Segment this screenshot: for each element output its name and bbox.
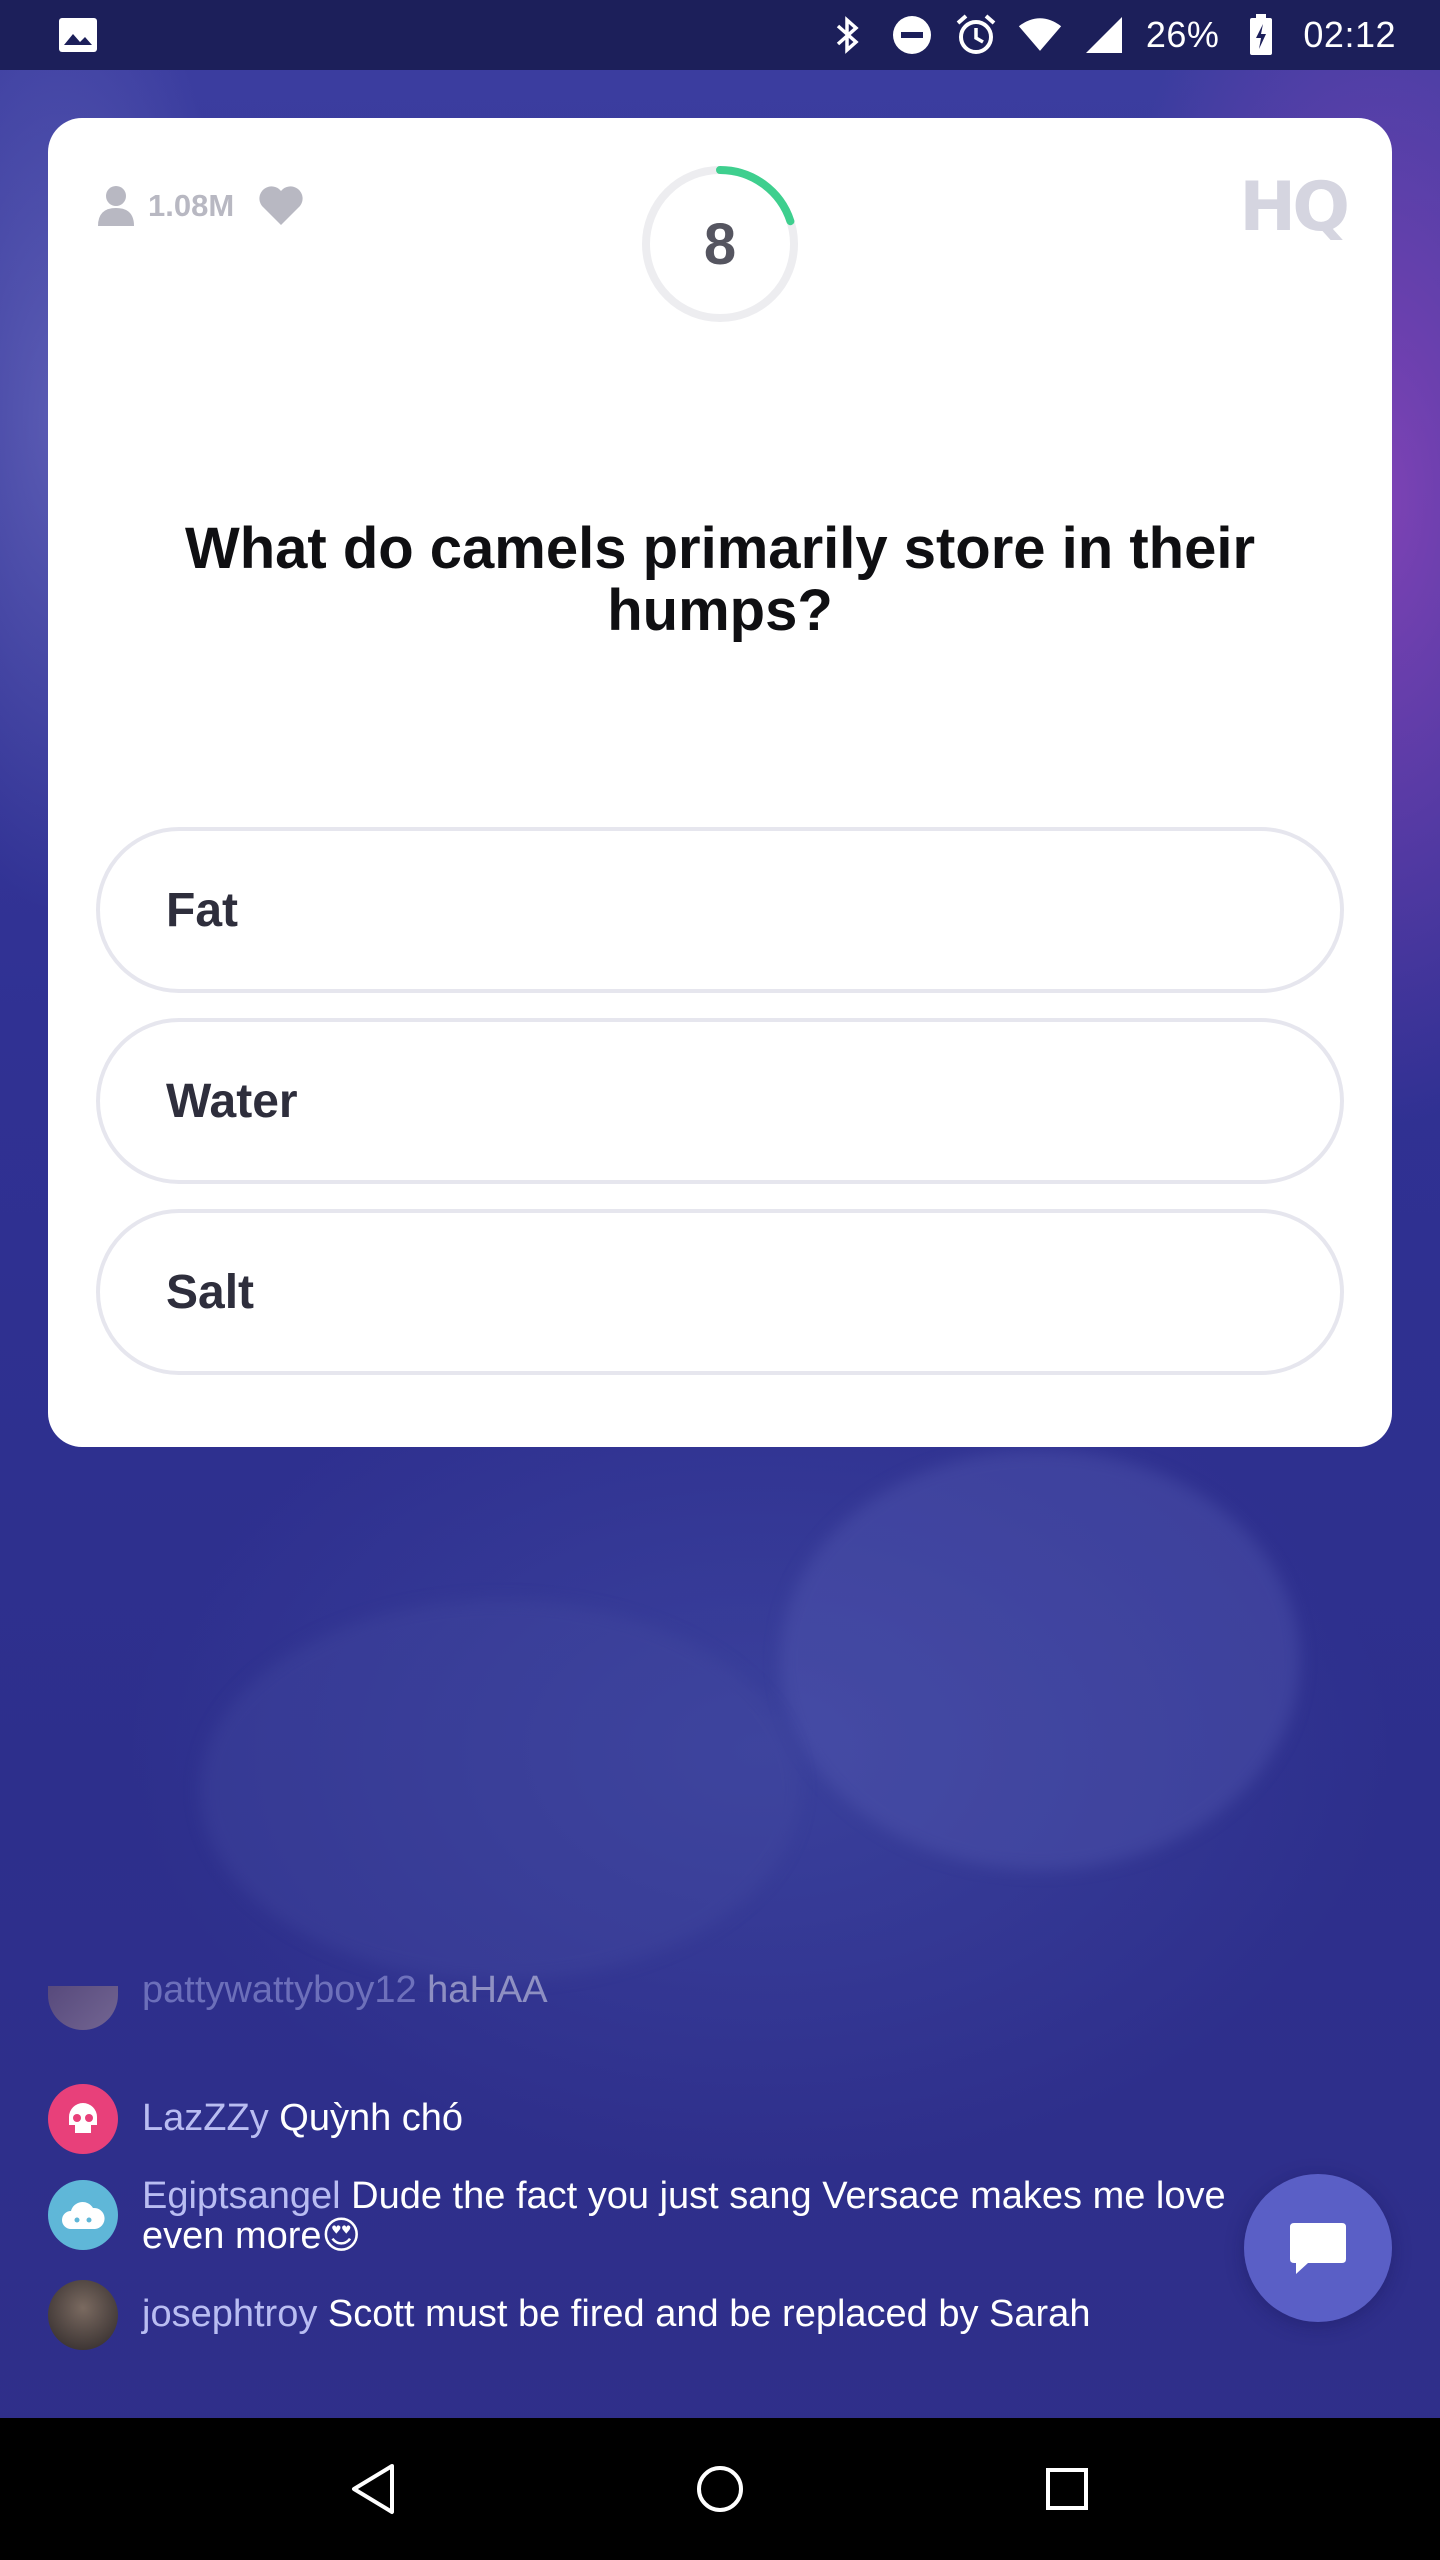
chat-message: josephtroy Scott must be fired and be re… [48,2280,1242,2350]
bluetooth-icon [826,13,870,57]
skull-icon [48,2084,118,2154]
timer-count: 8 [703,211,737,277]
chat-body: Scott must be fired and be replaced by S… [327,2293,1091,2335]
chat-username: pattywattyboy12 [142,1969,417,2011]
chat-bubble-icon [1290,2223,1346,2274]
viewer-count-label: 1.08M [148,188,235,223]
do-not-disturb-icon [890,13,934,57]
cloud-icon [48,2180,118,2250]
answer-label: Fat [166,883,238,937]
chat-message: LazZZy Quỳnh chó [48,2084,1242,2154]
user-icon [96,184,136,228]
chat-message: Egiptsangel Dude the fact you just sang … [48,2176,1242,2256]
battery-charging-icon [1239,13,1283,57]
alarm-icon [954,13,998,57]
answer-option[interactable]: Water [96,1018,1344,1184]
back-icon[interactable] [338,2454,408,2524]
avatar [48,1986,118,2030]
chat-body: haHAA [427,1969,548,2011]
chat-body: Quỳnh chó [279,2097,464,2139]
wifi-icon [1018,13,1062,57]
answer-label: Water [166,1074,298,1128]
chat-username: Egiptsangel [142,2175,341,2217]
cell-signal-icon [1082,13,1126,57]
hq-logo: HQ [1239,168,1350,247]
clock: 02:12 [1303,14,1396,55]
chat-username: josephtroy [142,2293,318,2335]
answer-option[interactable]: Salt [96,1209,1344,1375]
recents-icon[interactable] [1032,2454,1102,2524]
navigation-bar [0,2418,1440,2560]
battery-percent: 26% [1145,14,1220,55]
status-bar: 26% 02:12 [0,0,1440,70]
home-icon[interactable] [685,2454,755,2524]
chat-button[interactable] [1244,2174,1392,2322]
chat-username: LazZZy [142,2097,269,2139]
countdown-timer: 8 [640,164,800,324]
question-text: What do camels primarily store in their … [184,516,1256,643]
chat-message: pattywattyboy12 haHAA [48,1970,1242,2030]
heart-icon[interactable] [258,185,304,227]
answer-label: Salt [166,1265,255,1319]
question-card: 1.08M 8 HQ What do camels primarily stor… [48,118,1392,1447]
avatar [48,2280,118,2350]
image-icon [56,13,100,57]
viewer-count: 1.08M [96,184,304,228]
answer-option[interactable]: Fat [96,827,1344,993]
